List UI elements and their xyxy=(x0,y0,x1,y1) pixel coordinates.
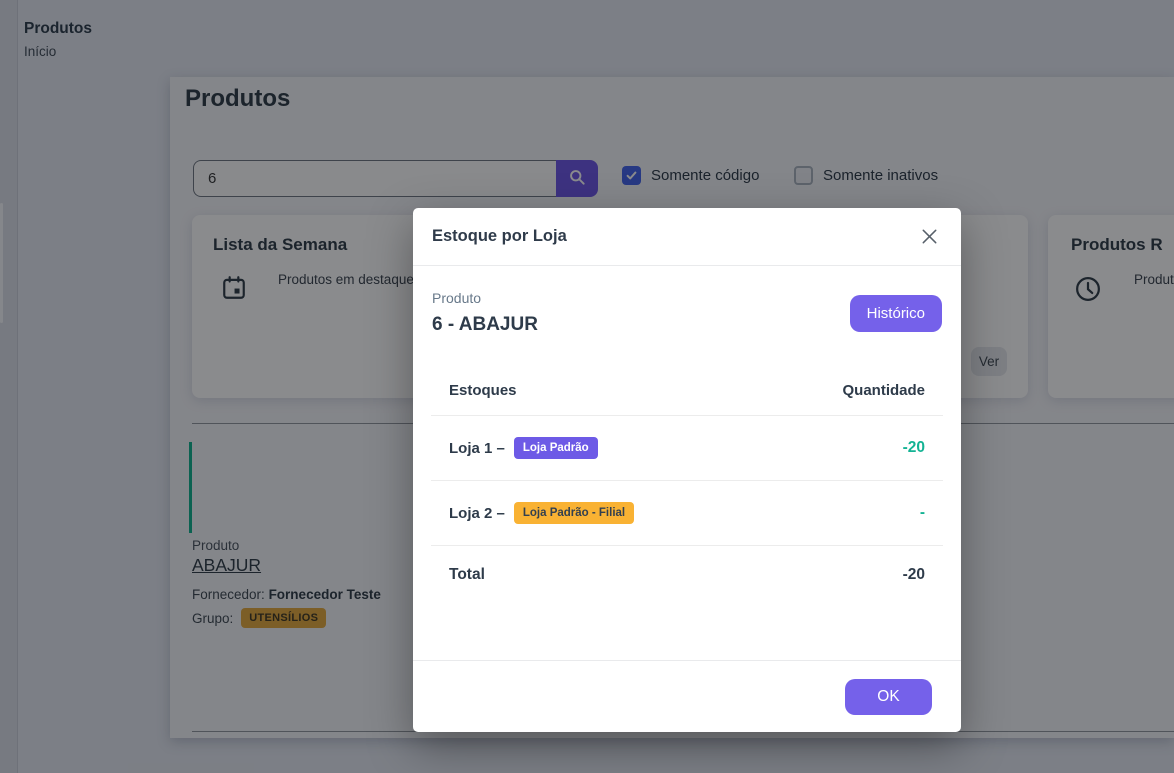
modal-product-row: Produto 6 - ABAJUR Histórico xyxy=(432,290,942,336)
store-badge: Loja Padrão xyxy=(514,437,598,459)
modal-product-value: 6 - ABAJUR xyxy=(432,314,538,336)
store-quantity: -20 xyxy=(903,439,925,457)
table-header: Estoques Quantidade xyxy=(431,382,943,415)
store-quantity: - xyxy=(920,504,925,522)
column-quantidade: Quantidade xyxy=(842,382,925,399)
modal-header: Estoque por Loja xyxy=(413,208,961,266)
modal-product-label: Produto xyxy=(432,290,538,306)
store-badge: Loja Padrão - Filial xyxy=(514,502,634,524)
table-row: Loja 1 – Loja Padrão -20 xyxy=(431,416,943,480)
total-quantity: -20 xyxy=(903,566,925,584)
ok-button[interactable]: OK xyxy=(845,679,932,715)
estoque-por-loja-modal: Estoque por Loja Produto 6 - ABAJUR Hist… xyxy=(413,208,961,732)
store-name: Loja 1 – xyxy=(449,440,505,457)
stock-table: Estoques Quantidade Loja 1 – Loja Padrão… xyxy=(431,382,943,604)
modal-title: Estoque por Loja xyxy=(432,227,567,246)
table-total-row: Total -20 xyxy=(431,546,943,604)
close-icon[interactable] xyxy=(917,224,942,249)
modal-footer: OK xyxy=(413,660,961,732)
total-label: Total xyxy=(449,566,485,584)
table-row: Loja 2 – Loja Padrão - Filial - xyxy=(431,481,943,545)
modal-body: Produto 6 - ABAJUR Histórico Estoques Qu… xyxy=(413,266,961,660)
store-name: Loja 2 – xyxy=(449,505,505,522)
column-estoques: Estoques xyxy=(449,382,517,399)
historico-button[interactable]: Histórico xyxy=(850,295,942,332)
